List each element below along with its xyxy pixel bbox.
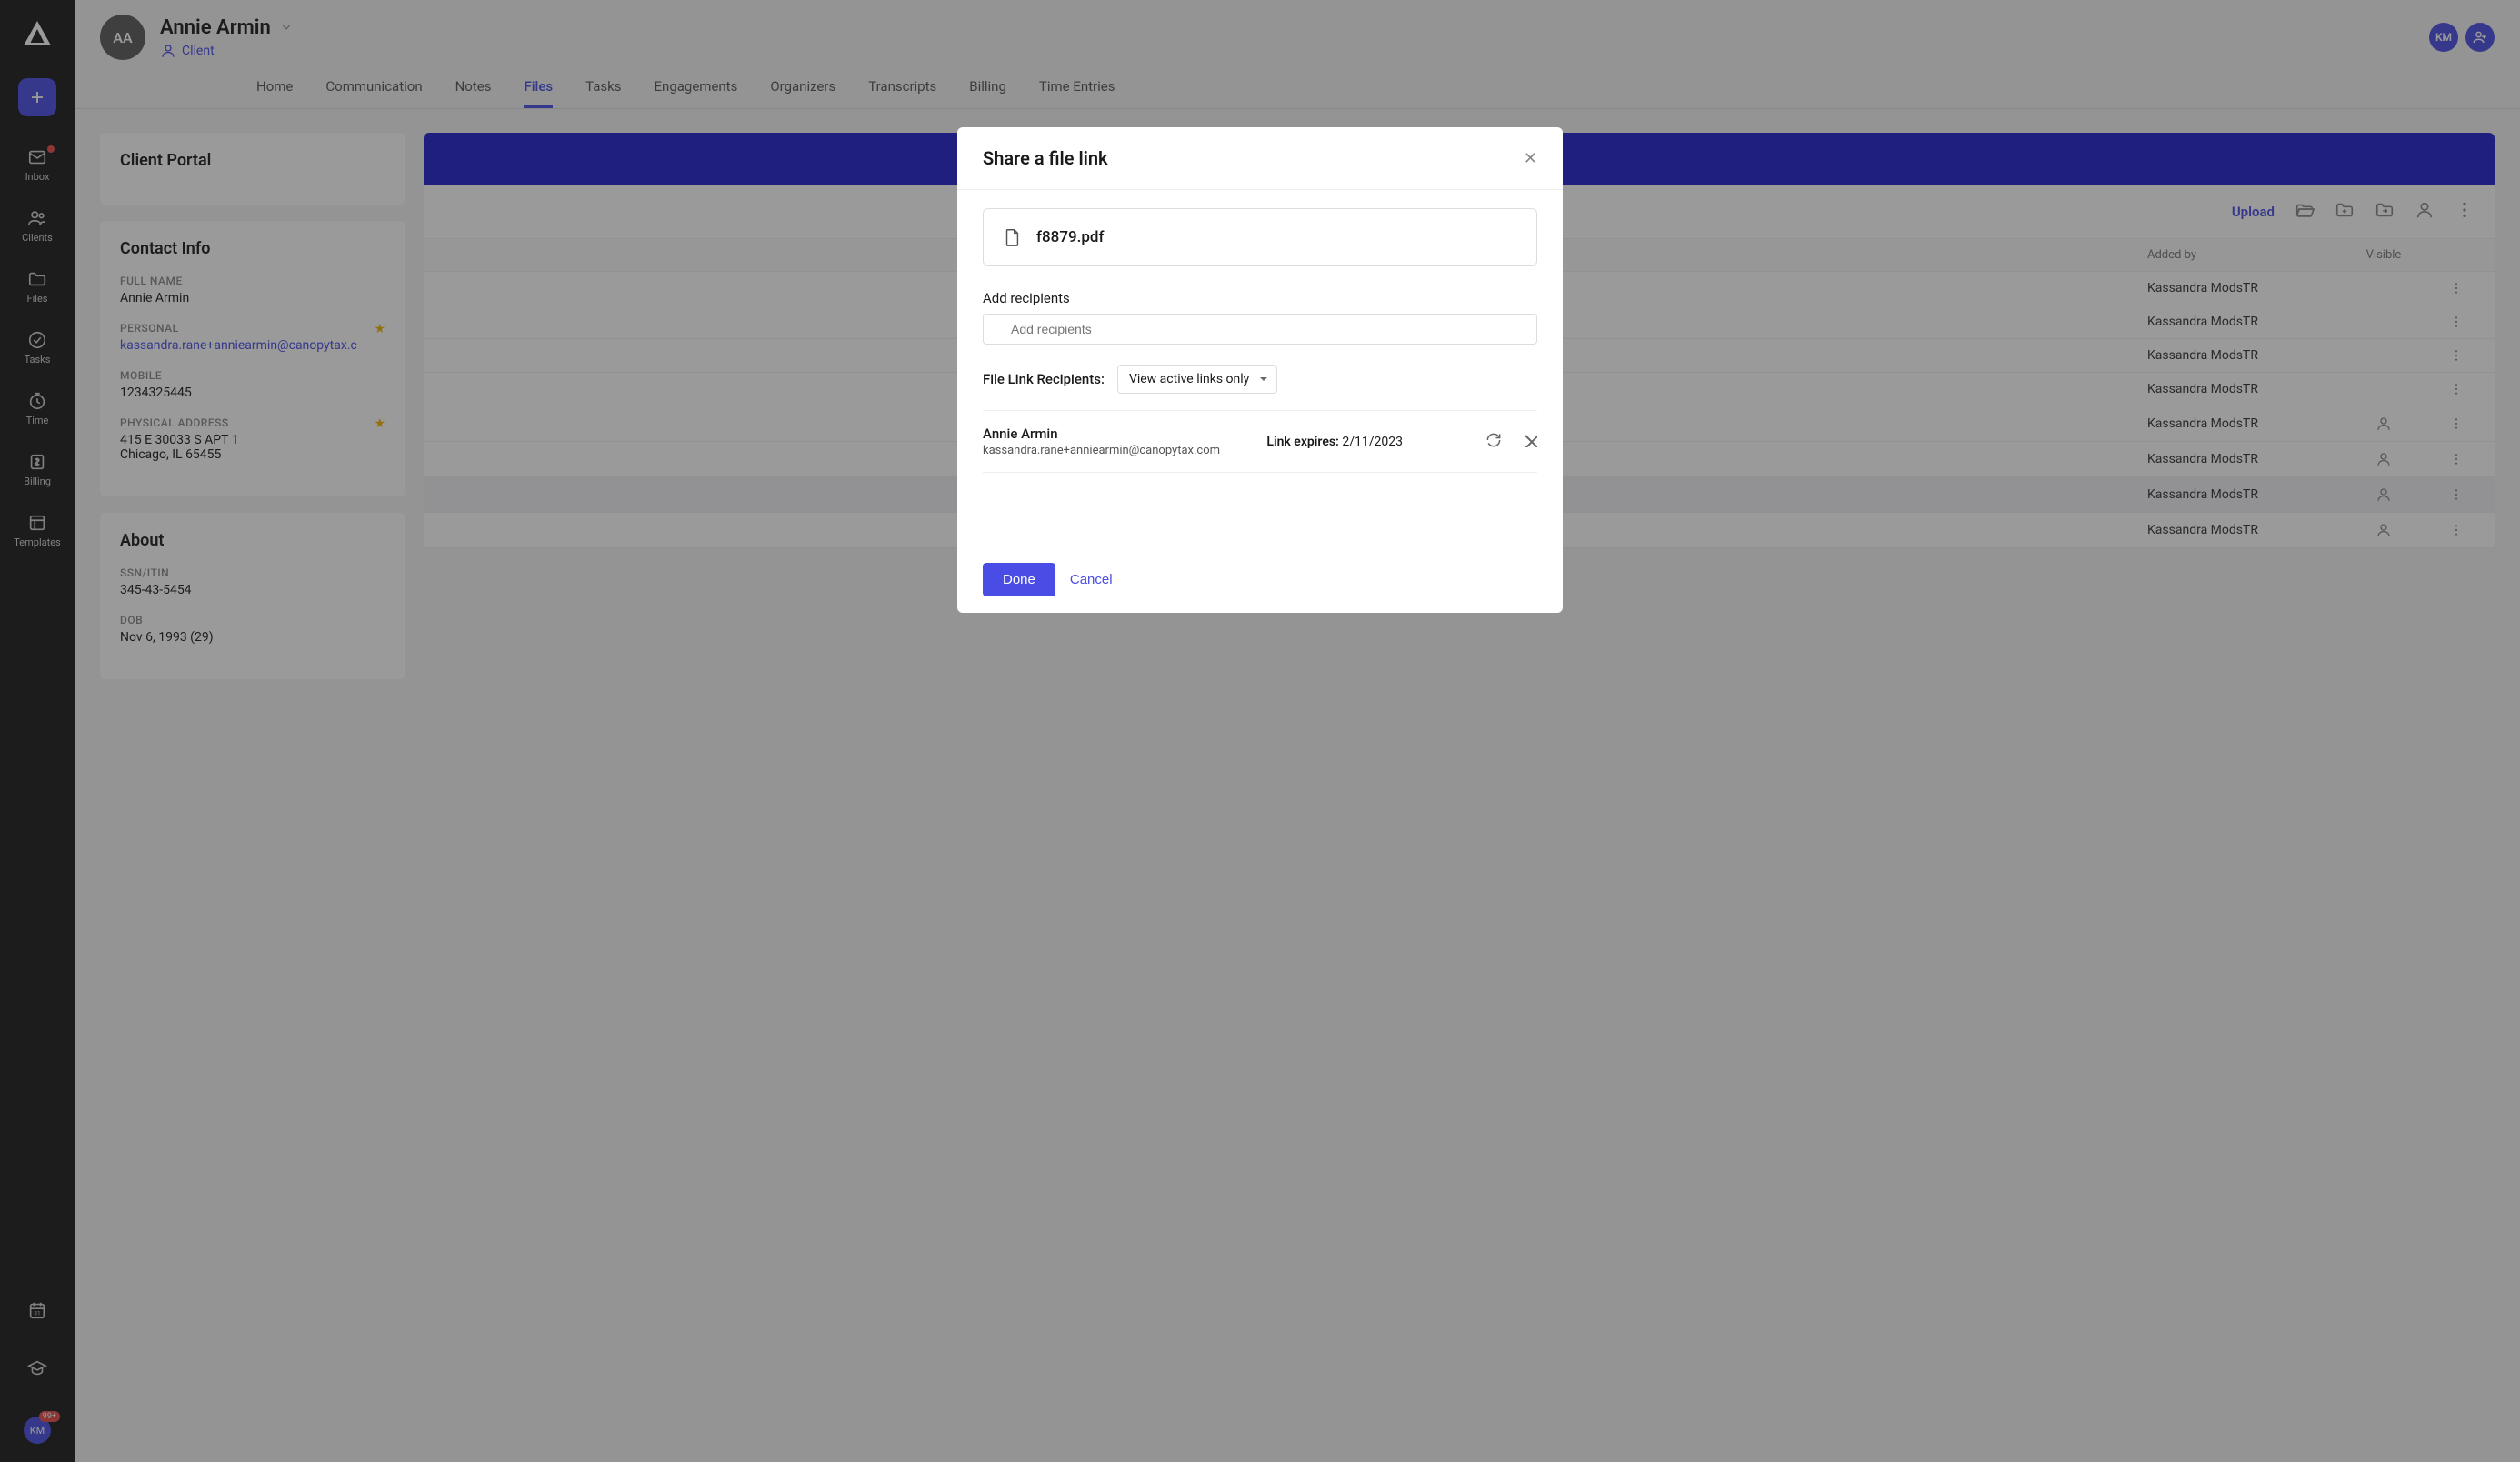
- file-name: f8879.pdf: [1036, 228, 1105, 246]
- recipients-filter-select[interactable]: View active links only: [1117, 365, 1277, 394]
- refresh-icon[interactable]: [1485, 431, 1503, 453]
- modal-scrim: Share a file link ✕ f8879.pdf Add recipi…: [0, 0, 2520, 1462]
- recipient-email: kassandra.rane+anniearmin@canopytax.com: [983, 444, 1220, 457]
- recipients-input[interactable]: [983, 314, 1537, 345]
- recipient-row: Annie Armin kassandra.rane+anniearmin@ca…: [983, 411, 1537, 473]
- remove-icon[interactable]: [1521, 431, 1537, 453]
- recipient-name: Annie Armin: [983, 426, 1220, 442]
- file-chip: f8879.pdf: [983, 208, 1537, 266]
- modal-title: Share a file link: [983, 147, 1108, 169]
- close-icon[interactable]: ✕: [1524, 149, 1537, 168]
- cancel-button[interactable]: Cancel: [1070, 563, 1113, 596]
- done-button[interactable]: Done: [983, 563, 1055, 596]
- file-icon: [1002, 225, 1022, 249]
- add-recipients-label: Add recipients: [983, 290, 1537, 306]
- link-expires: Link expires: 2/11/2023: [1266, 435, 1403, 449]
- share-file-modal: Share a file link ✕ f8879.pdf Add recipi…: [957, 127, 1563, 613]
- filter-label: File Link Recipients:: [983, 371, 1105, 387]
